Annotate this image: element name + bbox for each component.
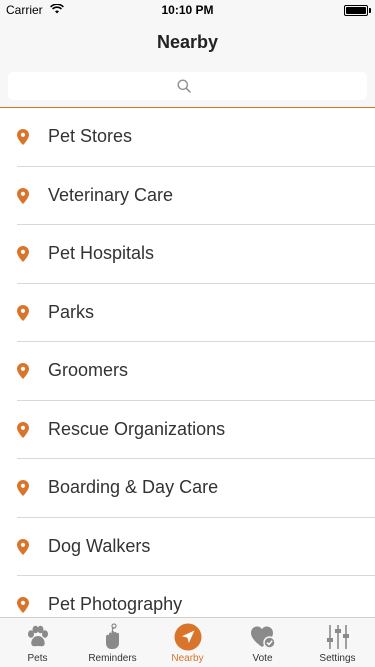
- map-pin-icon: [17, 246, 29, 262]
- list-item-rescue-organizations[interactable]: Rescue Organizations: [17, 401, 375, 459]
- battery-icon: [344, 5, 368, 16]
- status-bar: Carrier 10:10 PM: [0, 0, 375, 20]
- heart-check-icon: [250, 626, 276, 649]
- map-pin-icon: [17, 480, 29, 496]
- tab-label: Settings: [319, 653, 356, 664]
- list-item-label: Pet Stores: [48, 126, 133, 146]
- list-item-label: Pet Hospitals: [48, 243, 155, 263]
- list-item-pet-photography[interactable]: Pet Photography: [17, 576, 375, 617]
- list-item-veterinary-care[interactable]: Veterinary Care: [17, 167, 375, 225]
- tab-settings[interactable]: Settings: [300, 618, 375, 667]
- tab-label: Nearby: [171, 653, 204, 664]
- map-pin-icon: [17, 363, 29, 379]
- list-item-label: Veterinary Care: [48, 184, 174, 205]
- list-item-pet-stores[interactable]: Pet Stores: [17, 108, 375, 167]
- navigation-arrow-icon: [174, 623, 201, 651]
- map-pin-icon: [17, 304, 29, 321]
- navigation-bar: Nearby: [0, 20, 375, 108]
- list-item-boarding-day-care[interactable]: Boarding & Day Care: [17, 459, 375, 518]
- paw-icon: [27, 625, 48, 647]
- map-pin-icon: [17, 129, 29, 145]
- map-pin-icon: [17, 187, 29, 204]
- status-time: 10:10 PM: [161, 3, 214, 17]
- tab-label: Vote: [252, 653, 273, 664]
- list-item-label: Rescue Organizations: [48, 418, 226, 439]
- list-item-groomers[interactable]: Groomers: [17, 342, 375, 401]
- search-bar[interactable]: [8, 72, 367, 100]
- list-item-parks[interactable]: Parks: [17, 284, 375, 342]
- list-item-label: Boarding & Day Care: [48, 477, 219, 497]
- nearby-category-list: Pet Stores Veterinary Care Pet Hospitals…: [0, 108, 375, 617]
- list-item-label: Dog Walkers: [48, 535, 151, 556]
- battery-tip: [369, 8, 371, 13]
- page-title: Nearby: [156, 32, 219, 52]
- tab-pets[interactable]: Pets: [0, 618, 75, 667]
- tab-label: Reminders: [88, 653, 137, 664]
- tab-reminders[interactable]: Reminders: [75, 618, 150, 667]
- search-input[interactable]: [8, 72, 367, 100]
- sliders-icon: [326, 625, 349, 649]
- tab-bar: Pets Reminders Nearby Vote Settings: [0, 617, 375, 667]
- tab-vote[interactable]: Vote: [225, 618, 300, 667]
- hand-reminder-icon: [105, 623, 119, 649]
- list-item-label: Parks: [48, 301, 95, 322]
- map-pin-icon: [17, 538, 29, 555]
- list-item-pet-hospitals[interactable]: Pet Hospitals: [17, 225, 375, 284]
- map-pin-icon: [17, 421, 29, 438]
- tab-label: Pets: [27, 653, 48, 664]
- list-item-dog-walkers[interactable]: Dog Walkers: [17, 518, 375, 576]
- map-pin-icon: [17, 597, 29, 613]
- list-item-label: Pet Photography: [48, 594, 183, 614]
- tab-nearby[interactable]: Nearby: [150, 618, 225, 667]
- list-item-label: Groomers: [48, 360, 129, 380]
